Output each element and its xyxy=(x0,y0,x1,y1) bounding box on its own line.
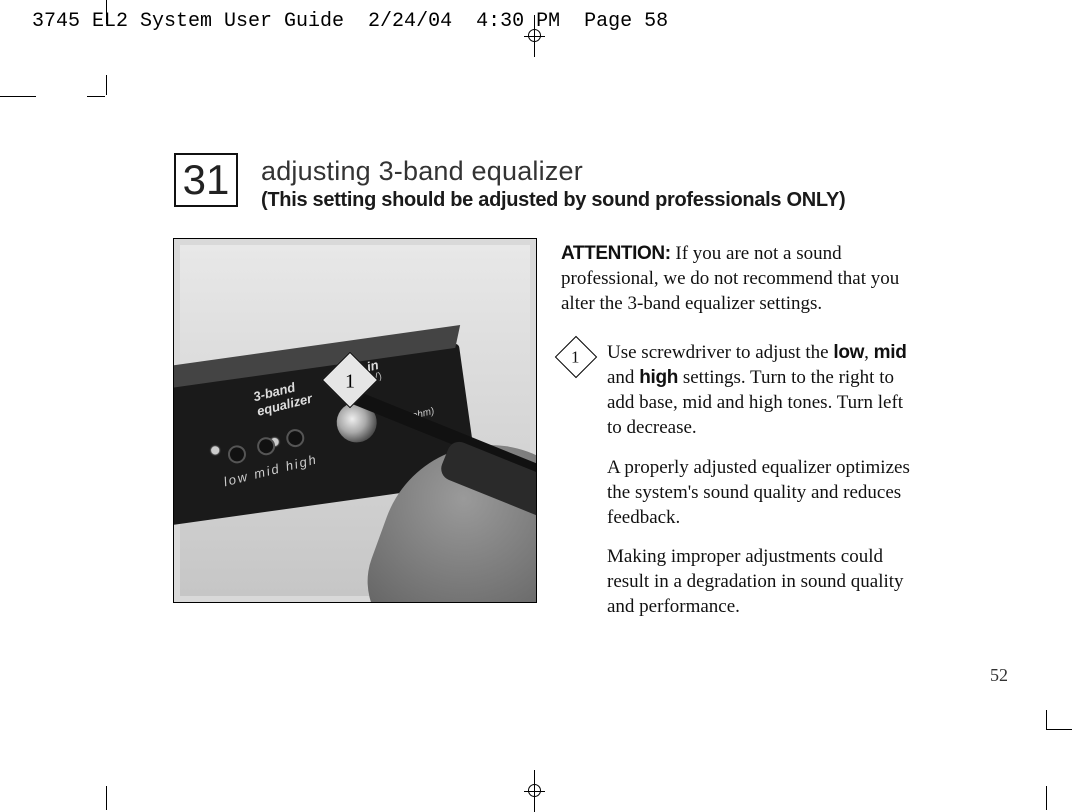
crop-mark xyxy=(106,786,107,810)
instruction-text-column: ATTENTION: If you are not a sound profes… xyxy=(561,241,917,619)
section-number: 31 xyxy=(183,156,230,204)
section-number-box: 31 xyxy=(174,153,238,207)
step-marker-icon: 1 xyxy=(555,336,597,378)
step-number: 1 xyxy=(561,343,589,373)
crop-mark xyxy=(0,96,36,97)
crop-mark xyxy=(1046,786,1047,810)
body-paragraph: A properly adjusted equalizer optimizes … xyxy=(561,455,917,530)
crop-mark xyxy=(106,75,107,95)
attention-label: ATTENTION: xyxy=(561,243,671,264)
crop-mark xyxy=(106,0,107,24)
page-number: 52 xyxy=(990,665,1008,686)
section-subtitle: (This setting should be adjusted by soun… xyxy=(261,189,991,212)
section-title: adjusting 3-band equalizer xyxy=(261,156,991,187)
callout-number: 1 xyxy=(330,361,370,401)
body-paragraph: Making improper adjustments could result… xyxy=(561,544,917,619)
attention-paragraph: ATTENTION: If you are not a sound profes… xyxy=(561,241,917,316)
step-text: Use screwdriver to adjust the low, mid a… xyxy=(607,340,917,440)
crop-mark xyxy=(1046,710,1047,730)
page-content: 31 adjusting 3-band equalizer (This sett… xyxy=(106,96,1046,730)
step-1: 1 Use screwdriver to adjust the low, mid… xyxy=(561,340,917,440)
section-heading: adjusting 3-band equalizer (This setting… xyxy=(261,156,991,212)
instruction-photo: 3-bandequalizer aux in (CD, TV) low mid … xyxy=(173,238,537,603)
crop-mark xyxy=(87,96,105,97)
print-header-slug: 3745 EL2 System User Guide 2/24/04 4:30 … xyxy=(32,10,668,33)
crop-mark xyxy=(1046,729,1072,730)
